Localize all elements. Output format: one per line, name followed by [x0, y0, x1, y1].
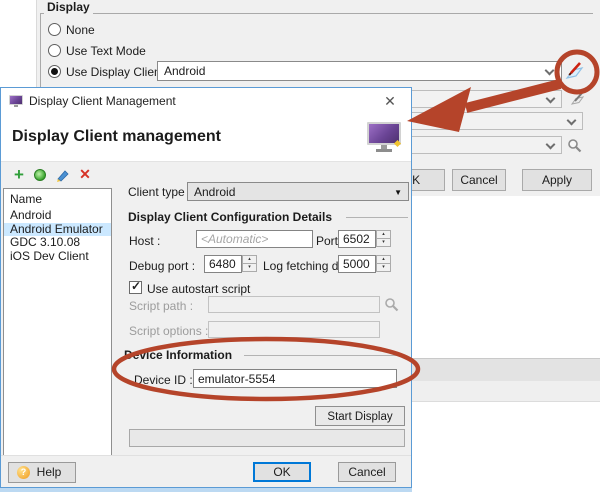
radio-selected-dot	[51, 68, 58, 75]
script-options-input	[208, 321, 380, 338]
bg-apply-button[interactable]: Apply	[522, 169, 592, 191]
pencil-icon	[55, 167, 71, 183]
display-client-management-dialog: Display Client Management ✕ Display Clie…	[0, 87, 412, 488]
radio-use-text-mode[interactable]	[48, 44, 61, 57]
radio-use-display-client[interactable]	[48, 65, 61, 78]
spin-down-icon[interactable]: ▾	[376, 263, 391, 272]
script-path-label: Script path :	[129, 299, 193, 313]
dialog-titlebar[interactable]: Display Client Management ✕	[1, 88, 411, 114]
background-band-light	[411, 381, 600, 402]
background-band-dark	[411, 359, 600, 381]
debug-port-label: Debug port :	[129, 259, 195, 273]
log-delay-input[interactable]	[338, 255, 376, 273]
cancel-button[interactable]: Cancel	[338, 462, 396, 482]
edit-icon[interactable]	[55, 167, 71, 183]
app-monitor-icon	[9, 95, 23, 107]
client-type-label: Client type :	[128, 185, 191, 199]
edit-button-2[interactable]	[569, 90, 587, 108]
dialog-bottom-border	[0, 488, 412, 492]
chevron-down-icon	[546, 94, 556, 104]
radio-use-text-mode-label: Use Text Mode	[66, 44, 146, 58]
help-button-label: Help	[37, 465, 62, 479]
background-combobox-2[interactable]	[411, 90, 562, 108]
background-combobox-3[interactable]	[411, 112, 583, 130]
help-icon: ?	[17, 466, 30, 479]
pencil-icon	[562, 58, 588, 84]
client-type-combobox[interactable]: Android ▼	[187, 182, 409, 201]
list-item[interactable]: iOS Dev Client	[4, 250, 111, 264]
config-group-title: Display Client Configuration Details	[128, 210, 332, 224]
display-client-combobox[interactable]: Android	[157, 61, 562, 81]
script-options-label: Script options :	[129, 324, 208, 338]
radio-none-label: None	[66, 23, 95, 37]
add-icon[interactable]: +	[11, 167, 27, 183]
search-icon	[383, 296, 401, 314]
spin-down-icon[interactable]: ▾	[242, 263, 257, 272]
autostart-label: Use autostart script	[147, 282, 250, 296]
autostart-checkbox[interactable]: ✓	[129, 281, 142, 294]
device-id-input[interactable]	[193, 369, 397, 388]
chevron-down-icon	[567, 116, 577, 126]
radio-use-display-client-label: Use Display Client :	[66, 65, 171, 79]
browse-button[interactable]	[566, 137, 584, 155]
start-display-client-button[interactable]: Start Display Client	[315, 406, 405, 426]
list-item[interactable]: Android	[4, 209, 111, 223]
pencil-icon	[569, 90, 587, 108]
display-client-monitor-icon	[367, 122, 401, 152]
delete-icon[interactable]: ✕	[77, 167, 93, 183]
progress-bar	[129, 429, 405, 447]
dialog-header-band: Display Client management	[1, 114, 411, 162]
ok-button[interactable]: OK	[253, 462, 311, 482]
dropdown-arrow-icon: ▼	[394, 188, 402, 197]
checkmark-icon: ✓	[131, 279, 141, 293]
display-client-list: Name Android Android Emulator GDC 3.10.0…	[3, 188, 112, 456]
radio-none[interactable]	[48, 23, 61, 36]
debug-port-input[interactable]	[204, 255, 242, 273]
list-item[interactable]: GDC 3.10.08	[4, 236, 111, 250]
log-delay-spinner[interactable]: ▴ ▾	[376, 255, 391, 272]
display-group-title: Display	[44, 0, 93, 14]
search-icon	[566, 137, 584, 155]
screen: Display None Use Text Mode Use Display C…	[0, 0, 600, 492]
client-type-value: Android	[194, 185, 235, 199]
list-header: Name	[4, 189, 111, 209]
copy-icon[interactable]	[34, 169, 50, 185]
footer-divider	[1, 455, 411, 456]
script-path-input	[208, 296, 380, 313]
help-button[interactable]: ? Help	[8, 462, 76, 483]
dialog-title: Display Client Management	[29, 94, 176, 108]
device-group-line	[244, 355, 406, 356]
device-id-label: Device ID :	[134, 373, 193, 387]
device-group-title: Device Information	[124, 348, 232, 362]
port-spinner[interactable]: ▴ ▾	[376, 230, 391, 247]
config-group-line	[346, 217, 408, 218]
script-path-browse-button	[383, 296, 401, 314]
background-combobox-4[interactable]	[411, 136, 562, 154]
host-label: Host :	[129, 234, 160, 248]
edit-display-client-button[interactable]	[562, 58, 588, 84]
bg-cancel-button[interactable]: Cancel	[452, 169, 506, 191]
port-input[interactable]	[338, 230, 376, 248]
spin-down-icon[interactable]: ▾	[376, 238, 391, 247]
list-item-selected[interactable]: Android Emulator	[4, 223, 111, 237]
chevron-down-icon	[546, 140, 556, 150]
close-icon[interactable]: ✕	[381, 92, 399, 110]
display-client-combobox-value: Android	[164, 64, 205, 78]
chevron-down-icon	[545, 66, 555, 76]
debug-port-spinner[interactable]: ▴ ▾	[242, 255, 257, 272]
host-input[interactable]	[196, 230, 313, 248]
dialog-heading: Display Client management	[12, 128, 221, 146]
